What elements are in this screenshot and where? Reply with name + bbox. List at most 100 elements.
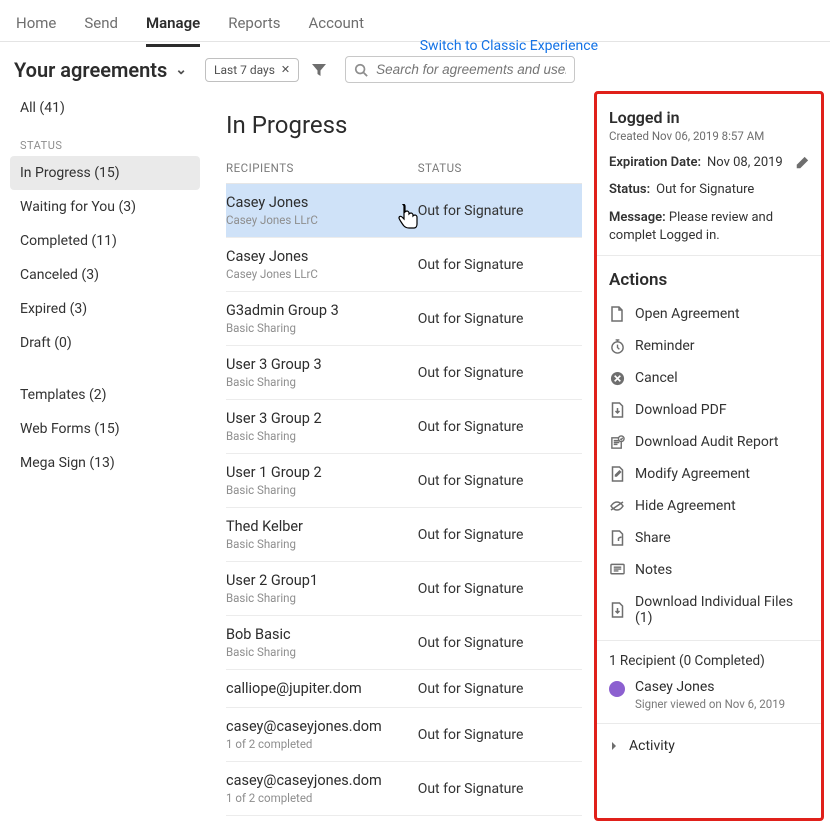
search-icon <box>354 63 368 77</box>
action-open-agreement[interactable]: Open Agreement <box>597 298 821 330</box>
recipient-sub: Signer viewed on Nov 6, 2019 <box>635 697 785 711</box>
activity-label: Activity <box>629 738 675 754</box>
status-label: Status: <box>609 182 650 197</box>
sidebar-item-other[interactable]: Templates (2) <box>10 378 200 412</box>
recipient-row[interactable]: Casey Jones Signer viewed on Nov 6, 2019 <box>609 679 809 711</box>
row-sub: Basic Sharing <box>226 483 418 497</box>
row-sub: Basic Sharing <box>226 375 418 389</box>
action-icon <box>609 530 625 546</box>
row-status: Out for Signature <box>418 581 582 597</box>
row-status: Out for Signature <box>418 681 582 697</box>
your-agreements-label: Your agreements <box>14 58 167 82</box>
action-icon <box>609 434 625 450</box>
chevron-right-icon <box>609 741 619 751</box>
action-icon <box>609 466 625 482</box>
action-label: Notes <box>635 562 672 578</box>
row-name: User 2 Group1 <box>226 572 418 589</box>
action-hide-agreement[interactable]: Hide Agreement <box>597 490 821 522</box>
agreement-row[interactable]: casey@caseyjones.dom1 of 2 completedOut … <box>226 762 582 816</box>
agreement-row[interactable]: User 3 Group 2Basic SharingOut for Signa… <box>226 400 582 454</box>
action-label: Download Individual Files (1) <box>635 594 809 626</box>
action-icon <box>609 370 625 386</box>
nav-tab-reports[interactable]: Reports <box>228 10 280 44</box>
action-icon <box>609 402 625 418</box>
agreement-row[interactable]: User 1 Group 2Basic SharingOut for Signa… <box>226 454 582 508</box>
nav-tab-home[interactable]: Home <box>16 10 56 44</box>
sidebar-item-other[interactable]: Mega Sign (13) <box>10 446 200 480</box>
details-created: Created Nov 06, 2019 8:57 AM <box>609 129 809 143</box>
action-notes[interactable]: Notes <box>597 554 821 586</box>
activity-toggle[interactable]: Activity <box>597 723 821 768</box>
agreement-row[interactable]: Thed KelberBasic SharingOut for Signatur… <box>226 508 582 562</box>
row-name: User 3 Group 3 <box>226 356 418 373</box>
header-recipients: RECIPIENTS <box>226 161 418 175</box>
your-agreements-dropdown[interactable]: Your agreements ⌄ <box>14 58 187 82</box>
filter-icon[interactable] <box>311 62 327 78</box>
left-sidebar: All (41) STATUS In Progress (15)Waiting … <box>0 91 210 827</box>
sidebar-item-all[interactable]: All (41) <box>10 91 200 125</box>
action-share[interactable]: Share <box>597 522 821 554</box>
expiration-value: Nov 08, 2019 <box>707 155 783 170</box>
agreement-row[interactable]: Casey JonesCasey Jones LLrCOut for Signa… <box>226 184 582 238</box>
action-reminder[interactable]: Reminder <box>597 330 821 362</box>
row-sub: Basic Sharing <box>226 537 418 551</box>
date-filter-chip[interactable]: Last 7 days ✕ <box>205 58 299 82</box>
action-icon <box>609 498 625 514</box>
action-label: Modify Agreement <box>635 466 750 482</box>
action-download-individual-files-1[interactable]: Download Individual Files (1) <box>597 586 821 634</box>
row-status: Out for Signature <box>418 727 582 743</box>
row-status: Out for Signature <box>418 419 582 435</box>
action-download-audit-report[interactable]: Download Audit Report <box>597 426 821 458</box>
sidebar-item-other[interactable]: Web Forms (15) <box>10 412 200 446</box>
nav-tab-account[interactable]: Account <box>309 10 365 44</box>
agreement-row[interactable]: calliope@jupiter.domOut for Signature <box>226 670 582 708</box>
agreement-row[interactable]: casey@caseyjones.dom1 of 2 completedOut … <box>226 816 582 827</box>
nav-tab-send[interactable]: Send <box>84 10 118 44</box>
agreement-row[interactable]: G3admin Group 3Basic SharingOut for Sign… <box>226 292 582 346</box>
action-label: Open Agreement <box>635 306 740 322</box>
sidebar-item-status[interactable]: Canceled (3) <box>10 258 200 292</box>
row-status: Out for Signature <box>418 311 582 327</box>
details-title: Logged in <box>609 108 809 127</box>
sidebar-item-status[interactable]: Completed (11) <box>10 224 200 258</box>
avatar <box>609 681 625 697</box>
action-download-pdf[interactable]: Download PDF <box>597 394 821 426</box>
sidebar-item-status[interactable]: In Progress (15) <box>10 156 200 190</box>
agreement-row[interactable]: Casey JonesCasey Jones LLrCOut for Signa… <box>226 238 582 292</box>
agreement-row[interactable]: User 3 Group 3Basic SharingOut for Signa… <box>226 346 582 400</box>
row-status: Out for Signature <box>418 473 582 489</box>
row-name: casey@caseyjones.dom <box>226 772 418 789</box>
recipient-count: 1 Recipient (0 Completed) <box>609 653 809 669</box>
row-name: Casey Jones <box>226 194 418 211</box>
agreement-row[interactable]: Bob BasicBasic SharingOut for Signature <box>226 616 582 670</box>
row-name: casey@caseyjones.dom <box>226 718 418 735</box>
sidebar-item-status[interactable]: Draft (0) <box>10 326 200 360</box>
action-label: Share <box>635 530 671 546</box>
top-nav: HomeSendManageReportsAccount <box>0 0 830 42</box>
chevron-down-icon: ⌄ <box>175 62 187 78</box>
action-modify-agreement[interactable]: Modify Agreement <box>597 458 821 490</box>
edit-icon[interactable] <box>795 156 809 170</box>
agreement-row[interactable]: User 2 Group1Basic SharingOut for Signat… <box>226 562 582 616</box>
search-input[interactable] <box>376 62 566 77</box>
classic-experience-link[interactable]: Switch to Classic Experience <box>420 38 598 54</box>
sidebar-item-status[interactable]: Waiting for You (3) <box>10 190 200 224</box>
agreement-row[interactable]: casey@caseyjones.dom 1 of 2 completedOut … <box>226 708 582 762</box>
action-cancel[interactable]: Cancel <box>597 362 821 394</box>
close-icon[interactable]: ✕ <box>281 63 290 76</box>
list-header: RECIPIENTS STATUS <box>226 157 582 184</box>
sidebar-item-status[interactable]: Expired (3) <box>10 292 200 326</box>
row-sub: 1 of 2 completed <box>226 791 418 805</box>
details-panel: Logged in Created Nov 06, 2019 8:57 AM E… <box>594 91 824 821</box>
expiration-label: Expiration Date: <box>609 155 701 170</box>
row-name: User 3 Group 2 <box>226 410 418 427</box>
row-sub: Casey Jones LLrC <box>226 213 418 227</box>
action-label: Download PDF <box>635 402 727 418</box>
row-sub: Casey Jones LLrC <box>226 267 418 281</box>
row-name: calliope@jupiter.dom <box>226 680 418 697</box>
status-value: Out for Signature <box>656 182 754 197</box>
sidebar-status-header: STATUS <box>10 125 200 156</box>
action-icon <box>609 602 625 618</box>
row-sub: 1 of 2 completed <box>226 737 418 751</box>
search-field[interactable] <box>345 56 575 83</box>
